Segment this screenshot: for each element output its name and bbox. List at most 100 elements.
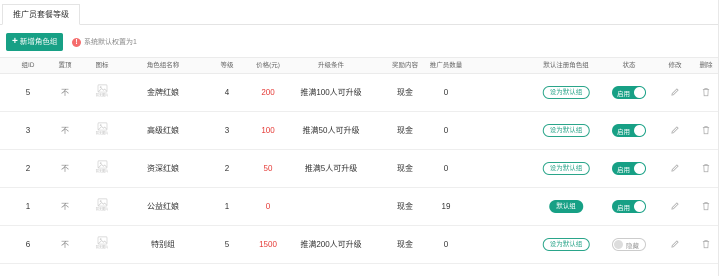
status-switch[interactable]: 启用: [612, 86, 646, 99]
trash-icon[interactable]: [701, 87, 711, 97]
image-placeholder: 暂无图片: [93, 84, 111, 100]
status-label: 启用: [617, 166, 630, 174]
pencil-icon[interactable]: [670, 163, 680, 173]
cell-name: 资深红娘: [147, 164, 179, 173]
header-col-price: 价格(元): [256, 62, 280, 69]
cell-level: 3: [224, 126, 230, 135]
top-toggle[interactable]: 不: [61, 226, 69, 263]
tab-promoter-levels[interactable]: 推广员套餐等级: [2, 4, 80, 25]
cell-name: 高级红娘: [147, 126, 179, 135]
image-placeholder: 暂无图片: [93, 160, 111, 176]
cell-level: 2: [224, 164, 230, 173]
cell-count: 19: [441, 202, 451, 211]
image-placeholder-icon: [97, 198, 107, 207]
header-col-icon: 图标: [95, 62, 109, 69]
image-placeholder-icon: [97, 84, 107, 93]
role-group-table: 组ID 置顶 图标 角色组名称 等级 价格(元) 升级条件 奖励内容 推广员数量 默认注册角色组 状…: [0, 57, 719, 264]
table-row: 6 不暂无图片 特别组 5 1500 推满200人可升级 现金 0 设为默认组 隐藏: [0, 226, 719, 264]
cell-price: 1500: [259, 240, 277, 249]
image-placeholder: 暂无图片: [93, 198, 111, 214]
switch-knob: [634, 201, 645, 212]
status-switch[interactable]: 启用: [612, 124, 646, 137]
set-default-button[interactable]: 设为默认组: [542, 238, 590, 251]
cell-reward: 现金: [397, 164, 413, 173]
table-header: 组ID 置顶 图标 角色组名称 等级 价格(元) 升级条件 奖励内容 推广员数量 默认注册角色组 状…: [0, 57, 719, 74]
header-col-default: 默认注册角色组: [543, 62, 589, 69]
image-placeholder-icon: [97, 160, 107, 169]
trash-icon[interactable]: [701, 239, 711, 249]
status-label: 启用: [617, 90, 630, 98]
cell-reward: 现金: [397, 126, 413, 135]
status-label: 隐藏: [626, 242, 639, 250]
status-switch[interactable]: 启用: [612, 162, 646, 175]
image-placeholder-text: 暂无图片: [95, 169, 109, 173]
image-placeholder-text: 暂无图片: [95, 131, 109, 135]
image-placeholder-text: 暂无图片: [95, 207, 109, 211]
header-col-name: 角色组名称: [146, 62, 180, 69]
cell-condition: 推满50人可升级: [302, 126, 360, 135]
cell-name: 公益红娘: [147, 202, 179, 211]
top-toggle[interactable]: 不: [61, 112, 69, 149]
cell-level: 5: [224, 240, 230, 249]
cell-id: 2: [25, 164, 31, 173]
trash-icon[interactable]: [701, 125, 711, 135]
cell-count: 0: [443, 164, 449, 173]
image-placeholder-text: 暂无图片: [95, 245, 109, 249]
cell-id: 5: [25, 88, 31, 97]
cell-name: 特别组: [151, 240, 175, 249]
cell-reward: 现金: [397, 88, 413, 97]
cell-count: 0: [443, 126, 449, 135]
table-body: 5 不暂无图片 金牌红娘 4 200 推满100人可升级 现金 0 设为默认组 启用 3 不暂无图片高…: [0, 74, 719, 264]
default-hint: ! 系统默认权置为1: [72, 37, 137, 47]
cell-condition: 推满100人可升级: [300, 88, 362, 97]
status-label: 启用: [617, 128, 630, 136]
header-col-id: 组ID: [21, 62, 35, 69]
default-group-badge: 默认组: [549, 200, 583, 213]
plus-icon: +: [12, 36, 18, 47]
pencil-icon[interactable]: [670, 201, 680, 211]
header-col-count: 推广员数量: [429, 62, 463, 69]
pencil-icon[interactable]: [670, 87, 680, 97]
set-default-button[interactable]: 设为默认组: [542, 124, 590, 137]
cell-level: 1: [224, 202, 230, 211]
top-toggle[interactable]: 不: [61, 150, 69, 187]
trash-icon[interactable]: [701, 163, 711, 173]
cell-price: 0: [265, 202, 271, 211]
toolbar: + 新增角色组 ! 系统默认权置为1: [0, 32, 719, 52]
set-default-button[interactable]: 设为默认组: [542, 86, 590, 99]
header-col-reward: 奖励内容: [392, 62, 418, 69]
cell-reward: 现金: [397, 240, 413, 249]
pencil-icon[interactable]: [670, 239, 680, 249]
image-placeholder: 暂无图片: [93, 122, 111, 138]
cell-name: 金牌红娘: [147, 88, 179, 97]
image-placeholder: 暂无图片: [93, 236, 111, 252]
status-label: 启用: [617, 204, 630, 212]
add-role-group-label: 新增角色组: [19, 37, 58, 46]
header-col-edit: 修改: [668, 62, 682, 69]
tab-bar: 推广员套餐等级: [0, 0, 719, 25]
cell-price: 50: [263, 164, 273, 173]
switch-knob: [634, 125, 645, 136]
header-col-top: 置顶: [58, 62, 72, 69]
status-switch[interactable]: 启用: [612, 200, 646, 213]
status-switch[interactable]: 隐藏: [612, 238, 646, 251]
image-placeholder-icon: [97, 122, 107, 131]
cell-id: 3: [25, 126, 31, 135]
image-placeholder-text: 暂无图片: [95, 93, 109, 97]
cell-reward: 现金: [397, 202, 413, 211]
table-row: 3 不暂无图片 高级红娘 3 100 推满50人可升级 现金 0 设为默认组 启用: [0, 112, 719, 150]
pencil-icon[interactable]: [670, 125, 680, 135]
trash-icon[interactable]: [701, 201, 711, 211]
header-col-level: 等级: [220, 62, 234, 69]
default-hint-text: 系统默认权置为1: [84, 39, 137, 46]
top-toggle[interactable]: 不: [61, 188, 69, 225]
add-role-group-button[interactable]: + 新增角色组: [6, 33, 64, 51]
set-default-button[interactable]: 设为默认组: [542, 162, 590, 175]
cell-level: 4: [224, 88, 230, 97]
switch-knob: [614, 240, 623, 249]
header-col-status: 状态: [622, 62, 636, 69]
cell-condition: 推满200人可升级: [300, 240, 362, 249]
image-placeholder-icon: [97, 236, 107, 245]
switch-knob: [634, 87, 645, 98]
top-toggle[interactable]: 不: [61, 74, 69, 111]
